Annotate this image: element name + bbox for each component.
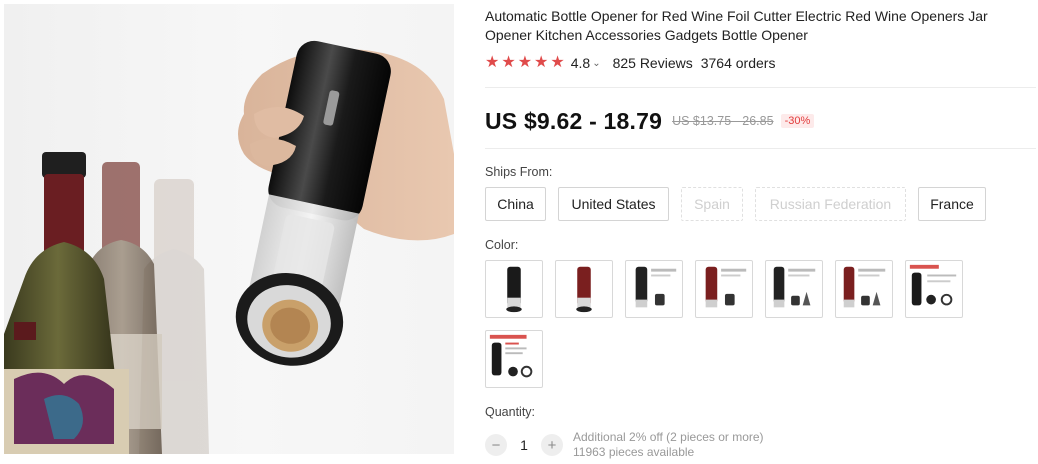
orders-count: 3764 orders	[700, 55, 776, 71]
color-option-red-set[interactable]	[695, 260, 753, 318]
quantity-label: Quantity:	[485, 405, 536, 419]
star-icon: ★	[550, 54, 565, 71]
divider	[485, 87, 1036, 88]
color-option-gift-set[interactable]	[905, 260, 963, 318]
rating-value[interactable]: 4.8	[571, 55, 590, 71]
ship-option-russian-federation[interactable]: Russian Federation	[755, 187, 906, 221]
discount-badge: -30%	[780, 114, 815, 128]
price-row: US $9.62 - 18.79 US $13.75 - 26.85 -30%	[485, 104, 815, 138]
decrease-quantity-button[interactable]: −	[485, 434, 507, 456]
star-icon: ★	[501, 54, 516, 71]
star-icon: ★	[517, 54, 533, 71]
price: US $9.62 - 18.79	[485, 107, 663, 134]
divider	[485, 148, 1036, 149]
color-option-red[interactable]	[555, 260, 613, 318]
ship-option-spain[interactable]: Spain	[681, 187, 743, 221]
chevron-down-icon[interactable]: ⌄	[592, 58, 600, 69]
star-icon: ★	[485, 54, 500, 71]
color-option-black-set[interactable]	[625, 260, 683, 318]
star-icon: ★	[534, 54, 549, 71]
product-main-image[interactable]	[4, 4, 454, 454]
product-title: Automatic Bottle Opener for Red Wine Foi…	[485, 8, 988, 43]
color-option-red-kit[interactable]	[835, 260, 893, 318]
ships-from-label: Ships From:	[485, 165, 553, 179]
quantity-info: Additional 2% off (2 pieces or more) 119…	[573, 430, 764, 460]
quantity-value[interactable]: 1	[507, 437, 541, 453]
rating-stars: ★ ★ ★ ★ ★	[485, 55, 565, 71]
pieces-available: 11963 pieces available	[573, 445, 695, 459]
color-option-black[interactable]	[485, 260, 543, 318]
ship-option-united-states[interactable]: United States	[558, 187, 669, 221]
rating-row: ★ ★ ★ ★ ★ 4.8 ⌄ 825 Reviews 3764 orders	[485, 54, 775, 72]
color-label: Color:	[485, 238, 519, 252]
original-price: US $13.75 - 26.85	[672, 114, 774, 128]
ship-option-france[interactable]: France	[918, 187, 986, 221]
quantity-stepper: − 1 + Additional 2% off (2 pieces or mor…	[485, 430, 764, 460]
color-option-black-kit[interactable]	[765, 260, 823, 318]
ship-option-china[interactable]: China	[485, 187, 546, 221]
increase-quantity-button[interactable]: +	[541, 434, 563, 456]
bulk-discount-note: Additional 2% off (2 pieces or more)	[573, 430, 764, 444]
color-option-gift-box[interactable]	[485, 330, 543, 388]
reviews-count[interactable]: 825 Reviews	[613, 55, 693, 71]
